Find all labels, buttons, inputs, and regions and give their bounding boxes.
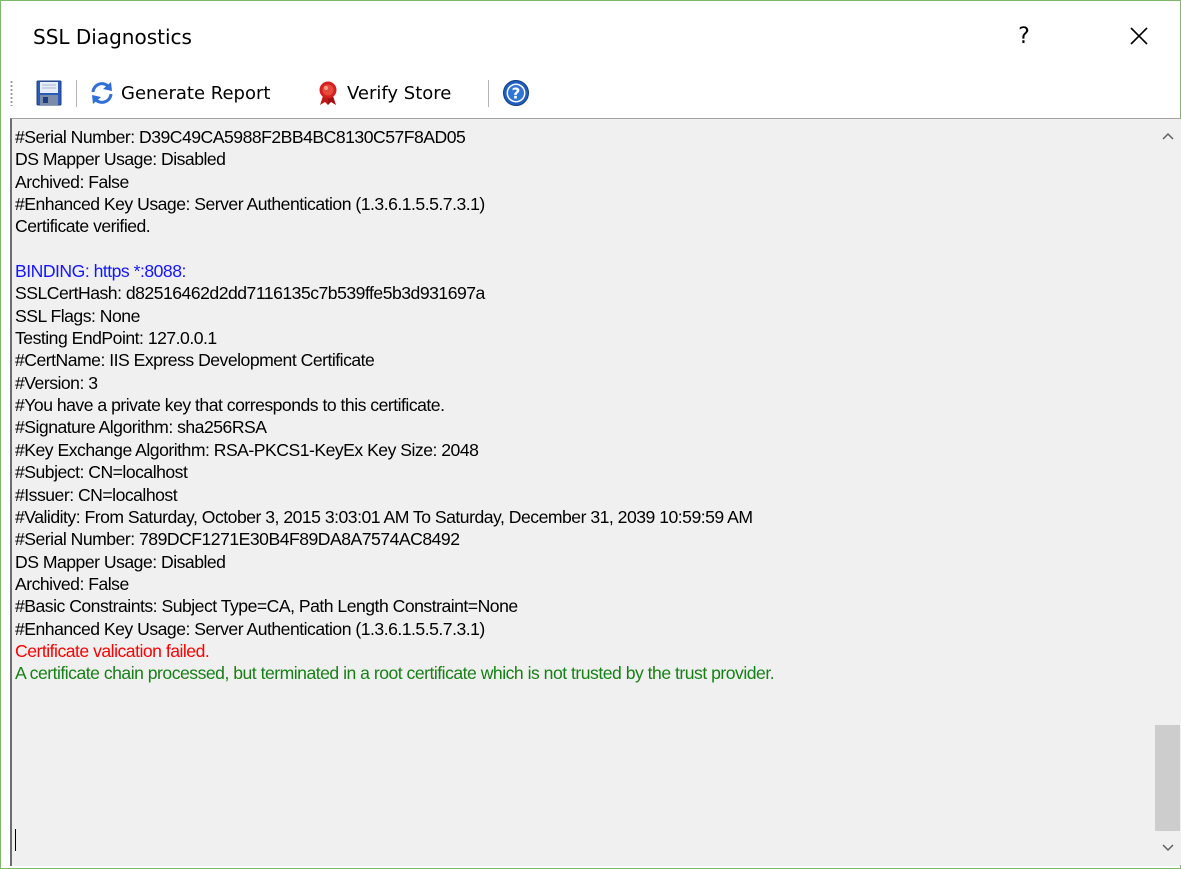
output-line: #Issuer: CN=localhost [15,484,178,505]
chevron-up-icon [1161,132,1174,140]
close-icon [1130,27,1148,45]
output-line: Certificate valication failed. [15,640,210,661]
title-bar: SSL Diagnostics ? [1,1,1180,71]
vertical-scrollbar[interactable] [1153,119,1181,865]
generate-report-button[interactable]: Generate Report [89,76,270,110]
output-line: DS Mapper Usage: Disabled [15,551,226,572]
output-line: Certificate verified. [15,216,151,237]
scrollbar-thumb[interactable] [1155,725,1180,831]
help-label: ? [1018,23,1030,49]
svg-text:?: ? [512,85,521,103]
toolbar: Generate Report Verify Store ? [1,71,1180,115]
window-title: SSL Diagnostics [33,25,192,49]
toolbar-grip[interactable] [10,80,13,106]
output-line: Archived: False [15,573,129,594]
scroll-up-button[interactable] [1153,119,1181,153]
output-line: #CertName: IIS Express Development Certi… [15,350,375,371]
certificate-seal-icon [319,81,337,105]
output-line: #You have a private key that corresponds… [15,395,445,416]
scroll-down-button[interactable] [1153,831,1181,865]
output-line: #Basic Constraints: Subject Type=CA, Pat… [15,596,518,617]
diagnostics-output[interactable]: #Serial Number: D39C49CA5988F2BB4BC8130C… [10,118,1181,866]
save-icon [36,80,62,106]
save-button[interactable] [30,76,68,110]
toolbar-separator [76,80,77,107]
output-line: DS Mapper Usage: Disabled [15,149,226,170]
help-toolbar-button[interactable]: ? [498,76,534,110]
output-line: #Key Exchange Algorithm: RSA-PKCS1-KeyEx… [15,439,479,460]
output-line: SSL Flags: None [15,305,140,326]
verify-store-button[interactable]: Verify Store [315,76,451,110]
output-line: Archived: False [15,171,129,192]
close-button[interactable] [1109,1,1169,71]
output-line: SSLCertHash: d82516462d2dd7116135c7b539f… [15,283,485,304]
toolbar-separator [488,80,489,107]
ssl-diagnostics-window: SSL Diagnostics ? Generate Report Verify… [0,0,1181,869]
output-line: #Enhanced Key Usage: Server Authenticati… [15,618,485,639]
output-line: BINDING: https *:8088: [15,261,186,282]
output-line: #Serial Number: D39C49CA5988F2BB4BC8130C… [15,127,466,147]
text-caret [15,829,16,851]
output-line: #Version: 3 [15,372,98,393]
output-line: #Subject: CN=localhost [15,462,188,483]
refresh-icon [91,82,113,104]
output-line: #Serial Number: 789DCF1271E30B4F89DA8A75… [15,529,460,550]
output-line: #Signature Algorithm: sha256RSA [15,417,267,438]
output-line: #Validity: From Saturday, October 3, 201… [15,506,753,527]
help-button[interactable]: ? [994,1,1054,71]
output-line: #Enhanced Key Usage: Server Authenticati… [15,194,485,215]
generate-report-label: Generate Report [121,82,271,104]
help-icon: ? [503,80,529,106]
output-line: A certificate chain processed, but termi… [15,663,775,684]
verify-store-label: Verify Store [347,82,452,104]
chevron-down-icon [1161,844,1174,852]
output-line: Testing EndPoint: 127.0.0.1 [15,328,217,349]
output-text[interactable]: #Serial Number: D39C49CA5988F2BB4BC8130C… [12,126,1145,862]
